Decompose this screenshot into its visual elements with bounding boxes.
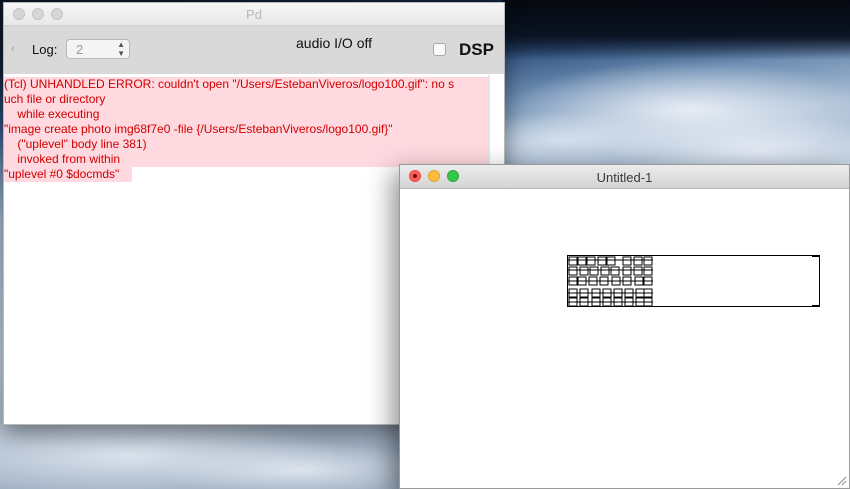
log-level-select[interactable]: 2 ▲ ▼ (66, 39, 130, 59)
console-line: while executing (4, 107, 488, 122)
patch-object-box[interactable] (567, 255, 820, 307)
object-outlet[interactable] (812, 305, 820, 307)
dsp-label[interactable]: DSP (459, 40, 494, 60)
log-level-value: 2 (76, 42, 84, 57)
select-arrows-icon: ▲ ▼ (117, 40, 125, 58)
window-title: Untitled-1 (596, 170, 653, 185)
log-label: Log: (32, 42, 58, 57)
console-line: uch file or directory (4, 92, 488, 107)
chevron-left-icon: ‹ (11, 43, 15, 55)
patch-window[interactable]: Untitled-1 (399, 164, 850, 489)
resize-grip-icon[interactable] (837, 476, 847, 486)
console-line: "image create photo img68f7e0 -file {/Us… (4, 122, 488, 137)
window-title: Pd (246, 7, 262, 22)
patch-titlebar[interactable]: Untitled-1 (400, 165, 849, 189)
object-inlet[interactable] (812, 255, 820, 257)
console-line: ("uplevel" body line 381) (4, 137, 488, 152)
missing-glyph-text (568, 256, 653, 307)
console-line: "uplevel #0 $docmds" (4, 167, 132, 182)
desktop-space-region (503, 0, 850, 60)
console-scrollbar[interactable] (488, 75, 490, 165)
audio-status-text: audio I/O off (296, 35, 373, 51)
console-line: (Tcl) UNHANDLED ERROR: couldn't open "/U… (4, 77, 488, 92)
pd-toolbar: ‹ Log: 2 ▲ ▼ audio I/O off DSP (4, 26, 504, 74)
dsp-checkbox[interactable] (433, 43, 446, 56)
pd-titlebar[interactable]: Pd (4, 3, 504, 26)
